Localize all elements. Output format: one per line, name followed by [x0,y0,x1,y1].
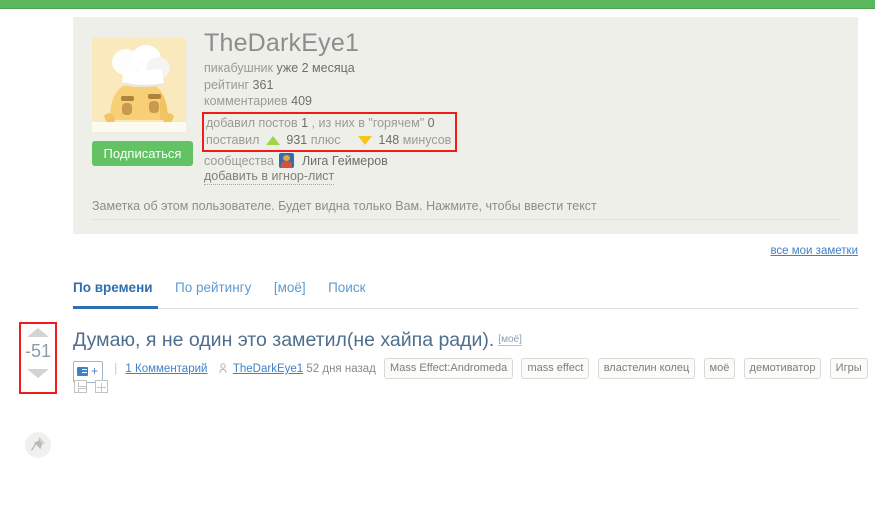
profile-info: TheDarkEye1 пикабушник уже 2 месяца рейт… [202,29,844,170]
posts-hot-label: , из них в "горячем" [311,115,425,130]
sort-tabs: По времени По рейтингу [моё] Поиск [73,279,858,309]
profile-status-line: пикабушник уже 2 месяца [204,60,844,77]
comments-value: 409 [291,94,313,108]
post-actions-row [74,378,112,396]
pin-icon[interactable] [25,432,51,458]
post-title-text: Думаю, я не один это заметил(не хайпа ра… [73,329,495,351]
post-meta-row: + | 1 Комментарий TheDarkEye1 52 дня наз… [73,358,868,383]
tab-mine[interactable]: [моё] [274,280,306,303]
save-icon[interactable] [74,380,87,394]
page-root: Подписаться TheDarkEye1 пикабушник уже 2… [0,0,875,507]
vote-count: -51 [24,341,51,361]
profile-username: TheDarkEye1 [204,29,360,57]
minus-unit: минусов [402,132,452,147]
arrow-up-icon[interactable] [27,328,49,337]
plus-unit: плюс [310,132,341,147]
arrow-down-icon[interactable] [27,369,49,378]
meta-separator: | [114,363,118,375]
post-author-link[interactable]: TheDarkEye1 [233,363,303,375]
post-mine-badge[interactable]: [моё] [498,334,522,346]
user-note-input[interactable]: Заметка об этом пользователе. Будет видн… [92,199,840,220]
profile-rating-line: рейтинг 361 [204,77,844,94]
status-value: уже 2 месяца [276,61,355,75]
post-tag[interactable]: властелин колец [597,358,696,379]
stats-highlight-box: добавил постов 1 , из них в "горячем" 0 … [202,111,458,152]
tab-by-rating[interactable]: По рейтингу [175,280,251,303]
post-vote-widget: -51 [19,322,57,394]
tabs-active-indicator [73,306,158,309]
status-label: пикабушник [204,61,273,75]
profile-card: Подписаться TheDarkEye1 пикабушник уже 2… [73,17,858,234]
rating-label: рейтинг [204,77,250,92]
tabs-divider [73,308,858,309]
plus-triangle-icon [265,135,280,145]
list-lines-icon [77,367,88,376]
add-to-ignore-list-link[interactable]: добавить в игнор-лист [204,169,335,185]
profile-votes-line: поставил 931 плюс 148 минусов [206,132,451,149]
post-tag[interactable]: демотиватор [743,358,822,379]
pin-glyph [30,437,45,451]
posts-label: добавил постов [206,115,298,130]
avatar[interactable] [92,38,186,132]
rating-value: 361 [252,77,274,92]
post-time-ago: 52 дня назад [306,363,376,375]
site-header-bar [0,0,875,9]
profile-comments-line: комментариев 409 [204,93,844,110]
post-tag[interactable]: Mass Effect:Andromeda [384,358,514,379]
community-avatar-icon [279,152,295,168]
pikabu-mascot-avatar [92,38,186,132]
communities-label: сообщества [204,153,274,168]
user-icon [219,363,227,373]
post-tag[interactable]: mass effect [521,358,590,379]
posts-hot-value: 0 [427,115,435,130]
all-my-notes-link[interactable]: все мои заметки [770,245,858,257]
subscribe-button[interactable]: Подписаться [92,141,193,166]
minus-triangle-icon [357,135,372,145]
post-comments-link[interactable]: 1 Комментарий [125,363,207,375]
post-tag[interactable]: моё [703,358,736,379]
tab-search[interactable]: Поиск [328,280,365,303]
post-title-link[interactable]: Думаю, я не один это заметил(не хайпа ра… [73,328,522,352]
minus-value: 148 [378,132,400,147]
profile-posts-line: добавил постов 1 , из них в "горячем" 0 [206,115,451,132]
posts-value: 1 [301,115,309,130]
add-to-collection-icon[interactable] [95,380,109,394]
post-tag[interactable]: Игры [829,358,868,379]
community-link[interactable]: Лига Геймеров [302,154,388,168]
expand-plus-label: + [91,364,99,378]
profile-communities-line: сообщества Лига Геймеров [204,152,844,170]
tab-by-time[interactable]: По времени [73,280,153,303]
voted-label: поставил [206,132,260,147]
plus-value: 931 [286,132,308,147]
comments-label: комментариев [204,94,288,108]
